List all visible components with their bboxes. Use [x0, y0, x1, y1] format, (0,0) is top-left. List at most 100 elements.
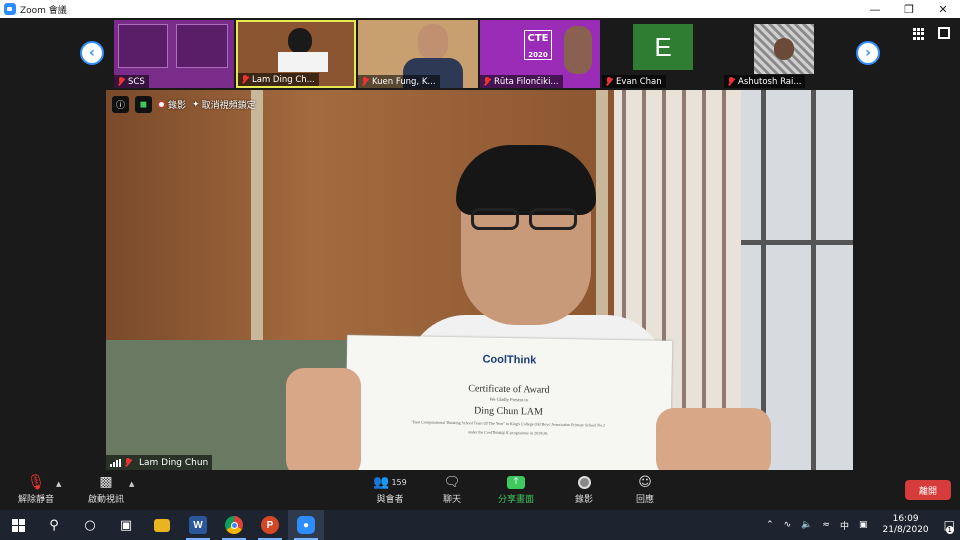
participant-thumb-scs[interactable]: SCS — [114, 20, 234, 88]
muted-mic-icon — [125, 458, 131, 467]
record-label: 錄影 — [574, 495, 593, 505]
shared-slide — [176, 24, 228, 68]
participants-button[interactable]: 👥 159 與會者 — [370, 472, 410, 506]
participants-icon: 👥 — [373, 474, 390, 490]
notifications-icon[interactable]: □ 1 — [944, 518, 955, 534]
certificate-name: Ding Chun LAM — [473, 405, 544, 418]
ime-indicator[interactable]: 中 — [840, 519, 849, 532]
volume-icon[interactable]: 🔈 — [801, 520, 812, 530]
prev-page-button[interactable]: ‹ — [80, 41, 104, 65]
zoom-logo-icon — [4, 3, 16, 15]
clock[interactable]: 16:09 21/8/2020 — [883, 514, 929, 536]
participant-thumb-kuen[interactable]: Kuen Fung, K... — [358, 20, 478, 88]
unmute-button[interactable]: 🎙 解除靜音 — [16, 472, 56, 505]
chat-button[interactable]: 🗨 聊天 — [437, 472, 467, 506]
participant-name: Lam Ding Ch... — [238, 73, 319, 86]
participant-name: Evan Chan — [602, 75, 666, 88]
reactions-label: 回應 — [635, 495, 654, 505]
system-tray: ⌃ ∿ 🔈 ≈ 中 ▣ 16:09 21/8/2020 □ 1 — [761, 510, 960, 540]
right-hand — [656, 408, 771, 470]
participant-certificate — [278, 52, 328, 72]
glasses — [471, 208, 581, 230]
avatar: E — [633, 24, 693, 70]
meeting-stage: ‹ SCS Lam Ding Ch... Kuen Fung, K... CTE… — [0, 18, 960, 470]
windows-start-icon[interactable] — [0, 510, 36, 540]
notification-count: 1 — [945, 526, 954, 534]
participant-figure — [564, 26, 592, 74]
share-screen-icon: ↑ — [507, 475, 525, 489]
muted-mic-icon — [242, 75, 248, 84]
participant-name: Kuen Fung, K... — [358, 75, 440, 88]
window-title: Zoom 會議 — [20, 5, 67, 16]
muted-mic-icon — [118, 77, 124, 86]
window-controls: — ❐ ✕ — [858, 0, 960, 18]
participant-thumb-ruta[interactable]: CTE 2020 Rūta Filončiki... — [480, 20, 600, 88]
word-icon[interactable]: W — [180, 510, 216, 540]
start-video-button[interactable]: ▩ 啟動視訊 — [86, 472, 126, 505]
record-icon — [577, 475, 591, 489]
participants-label: 與會者 — [376, 495, 404, 505]
participant-name: Rūta Filončiki... — [480, 75, 563, 88]
door-frame — [251, 90, 263, 350]
show-hidden-icons-icon[interactable]: ⌃ — [766, 520, 774, 530]
muted-mic-icon — [484, 77, 490, 86]
close-icon[interactable]: ✕ — [926, 0, 960, 18]
start-video-label: 啟動視訊 — [87, 495, 124, 505]
unmute-label: 解除靜音 — [17, 495, 54, 505]
chat-icon: 🗨 — [443, 474, 461, 490]
muted-mic-icon: 🎙 — [26, 473, 46, 491]
record-dot-icon — [158, 101, 165, 108]
share-label: 分享畫面 — [497, 495, 534, 505]
leave-meeting-button[interactable]: 離開 — [905, 480, 951, 500]
muted-mic-icon — [362, 77, 368, 86]
unpin-video-button[interactable]: ✦ 取消視頻鎖定 — [192, 98, 256, 112]
file-explorer-icon[interactable] — [144, 510, 180, 540]
info-icon[interactable]: ⓘ — [112, 96, 129, 113]
window-bar — [741, 240, 853, 245]
door-frame — [596, 90, 608, 350]
certificate: CoolThink Certificate of Award We Gladly… — [344, 335, 673, 470]
shield-icon[interactable]: ◼ — [135, 96, 152, 113]
restore-icon[interactable]: ❐ — [892, 0, 926, 18]
video-off-icon: ▩ — [99, 474, 113, 490]
powerpoint-icon[interactable]: P — [252, 510, 288, 540]
gallery-strip: ‹ SCS Lam Ding Ch... Kuen Fung, K... CTE… — [0, 18, 960, 90]
muted-mic-icon — [606, 77, 612, 86]
participant-thumb-evan[interactable]: E Evan Chan — [602, 20, 722, 88]
video-options-caret-icon[interactable]: ▲ — [129, 480, 134, 488]
participant-thumb-lam[interactable]: Lam Ding Ch... — [236, 20, 356, 88]
cortana-icon[interactable]: ○ — [72, 510, 108, 540]
participant-head — [288, 28, 312, 54]
muted-mic-icon — [728, 77, 734, 86]
fullscreen-icon[interactable] — [938, 27, 950, 39]
video-info-bar: ⓘ ◼ 錄影 ✦ 取消視頻鎖定 — [112, 96, 256, 113]
speaker-name-label: Lam Ding Chun — [106, 455, 213, 470]
zoom-taskbar-icon[interactable]: ● — [288, 510, 324, 540]
cte-logo: CTE 2020 — [524, 30, 552, 60]
wifi-icon[interactable]: ≈ — [822, 520, 830, 530]
signal-icon — [110, 458, 121, 467]
gallery-view-icon[interactable] — [913, 28, 925, 40]
speaker-hair — [456, 145, 596, 215]
record-button[interactable]: 錄影 — [569, 472, 599, 505]
network-icon[interactable]: ∿ — [784, 520, 792, 530]
chat-label: 聊天 — [442, 495, 461, 505]
meeting-toolbar: 🎙 解除靜音 ▲ ▩ 啟動視訊 ▲ 👥 159 與會者 🗨 聊天 ↑ 分享畫面 錄… — [0, 470, 960, 510]
share-screen-button[interactable]: ↑ 分享畫面 — [496, 472, 536, 505]
participant-thumb-ashutosh[interactable]: Ashutosh Rai... — [724, 20, 844, 88]
minimize-icon[interactable]: — — [858, 0, 892, 18]
pin-icon: ✦ — [192, 99, 200, 110]
chrome-icon[interactable] — [216, 510, 252, 540]
ime-mode-icon[interactable]: ▣ — [859, 520, 868, 530]
task-view-icon[interactable]: ▣ — [108, 510, 144, 540]
certificate-detail-2: under the CoolThink@JC programme in 2019… — [468, 429, 549, 436]
participants-count: 159 — [391, 477, 407, 487]
certificate-org: CoolThink — [482, 353, 537, 367]
recording-indicator: 錄影 — [158, 98, 186, 111]
next-page-button[interactable]: › — [856, 41, 880, 65]
audio-options-caret-icon[interactable]: ▲ — [56, 480, 61, 488]
search-icon[interactable]: ⚲ — [36, 510, 72, 540]
reactions-icon: ☺ — [638, 474, 652, 490]
reactions-button[interactable]: ☺ 回應 — [630, 472, 660, 506]
speaker-video: CoolThink Certificate of Award We Gladly… — [106, 90, 853, 470]
